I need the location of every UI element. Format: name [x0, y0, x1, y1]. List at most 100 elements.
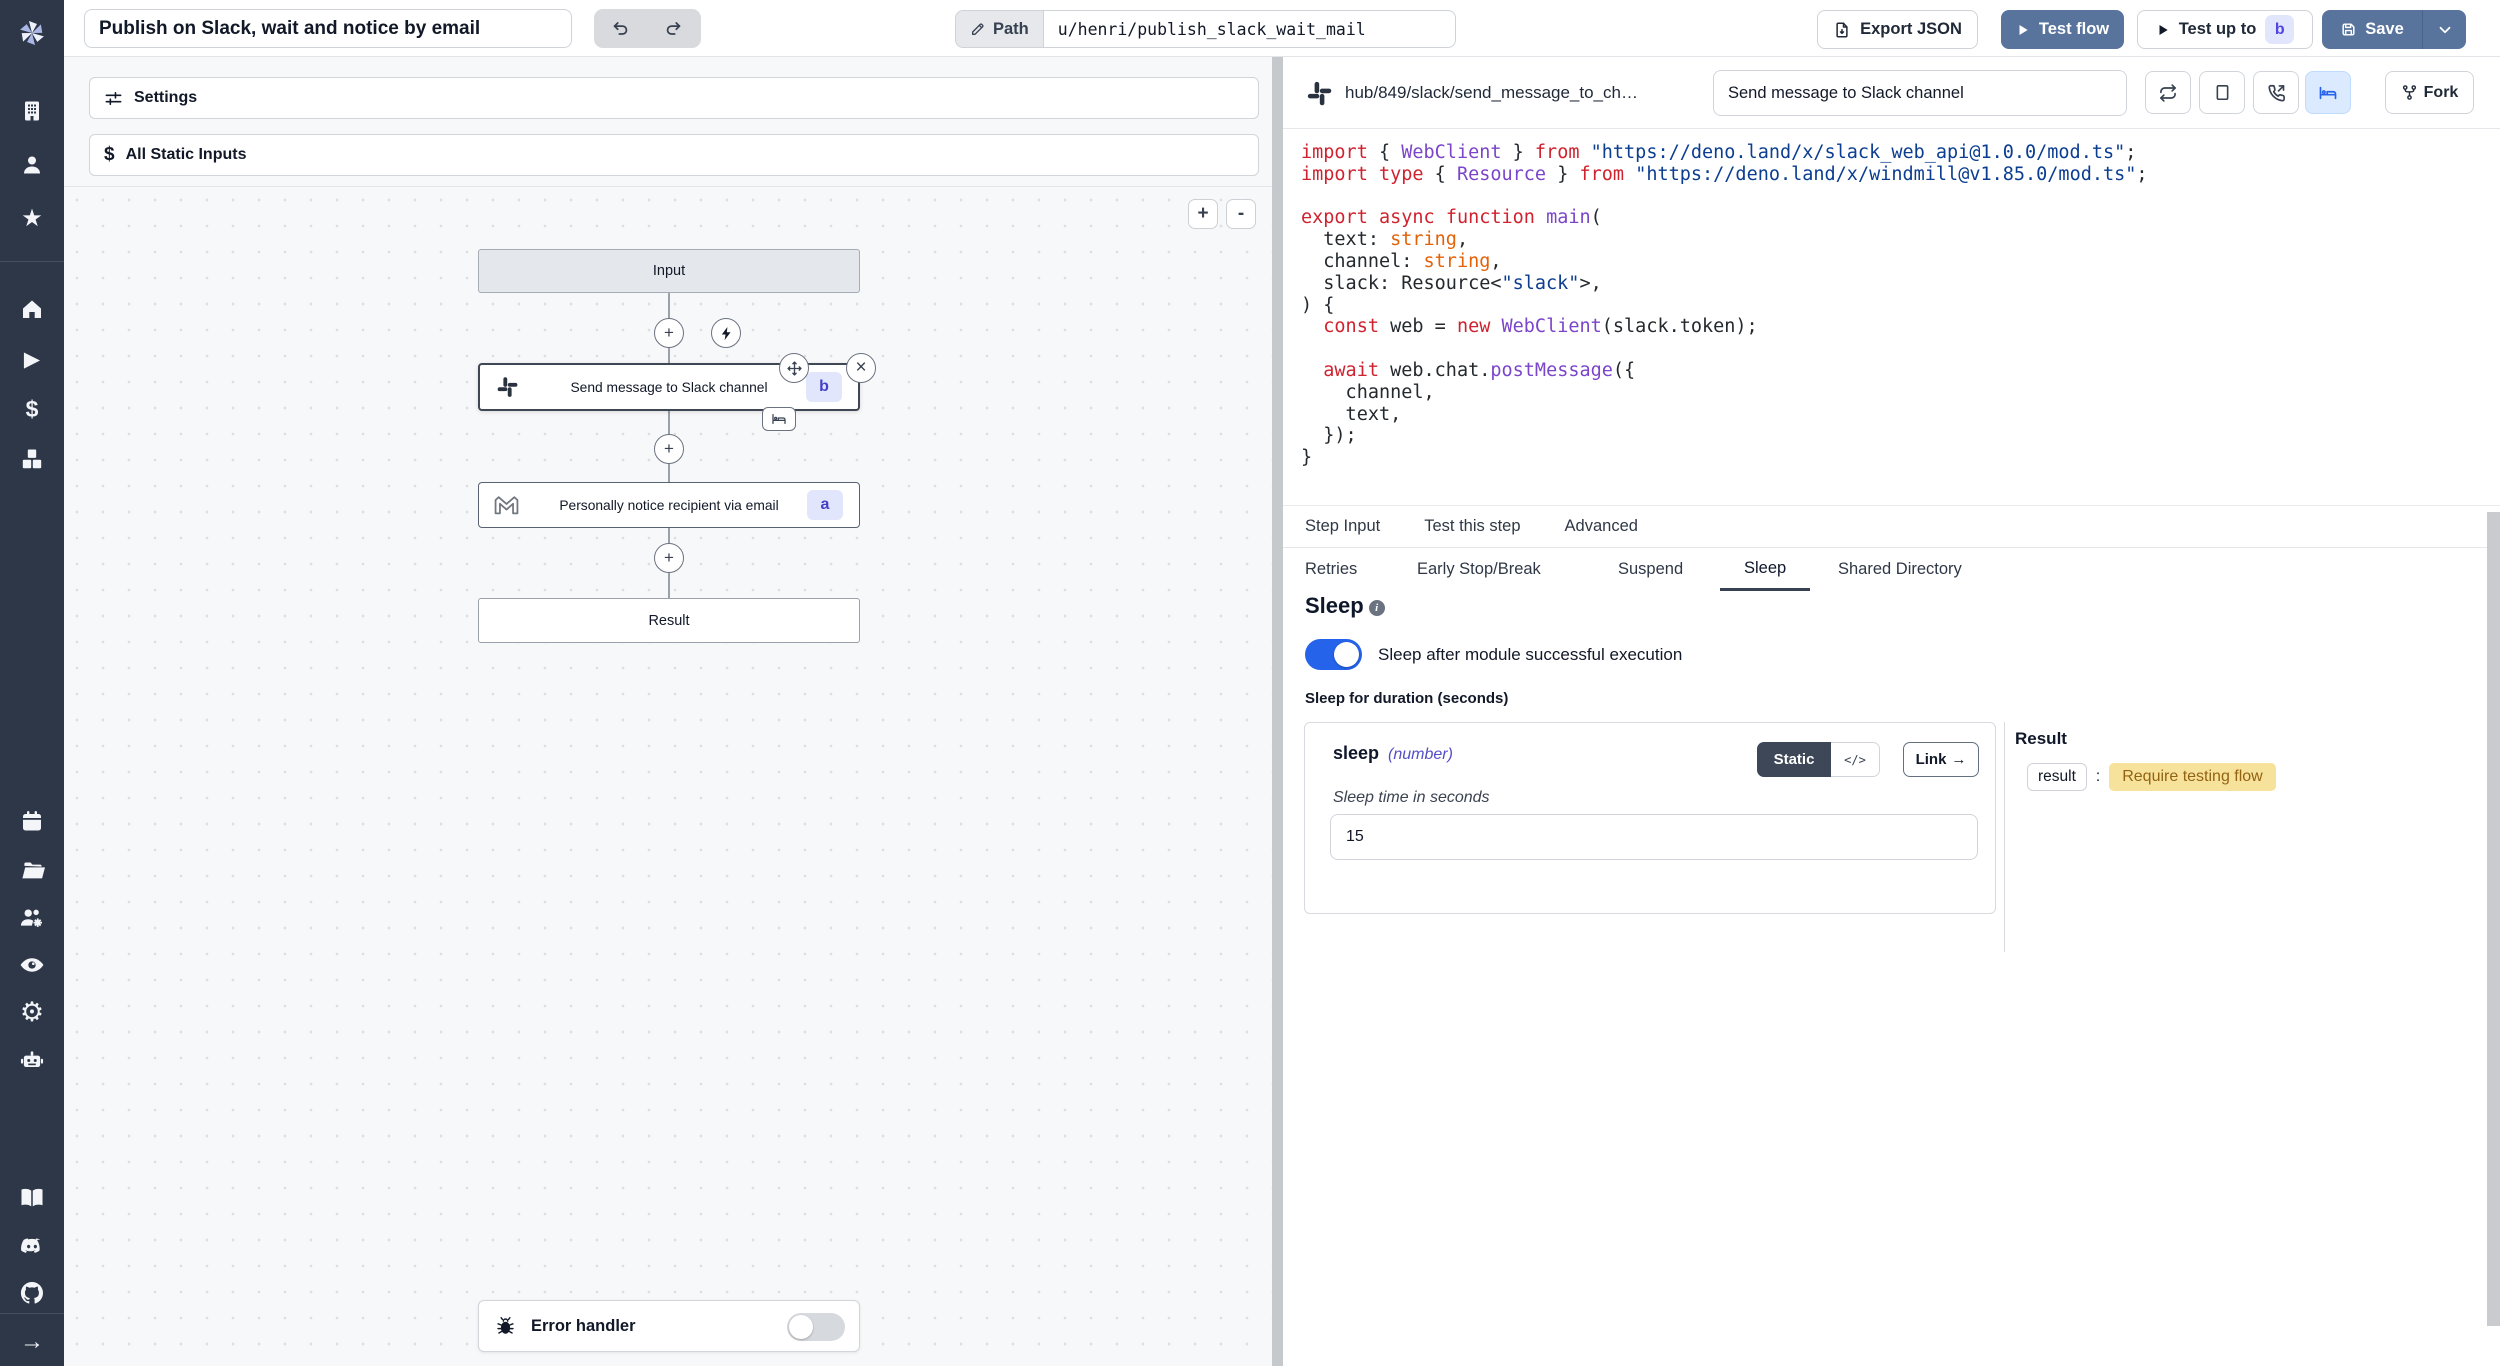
all-static-inputs-bar[interactable]: $ All Static Inputs: [89, 134, 1259, 176]
tab-sleep[interactable]: Sleep: [1720, 548, 1810, 591]
github-icon[interactable]: [0, 1278, 64, 1308]
save-dropdown-button[interactable]: [2422, 10, 2466, 49]
result-node[interactable]: Result: [478, 598, 860, 643]
tab-suspend[interactable]: Suspend: [1618, 548, 1683, 591]
add-step-button[interactable]: +: [654, 543, 684, 573]
fork-button[interactable]: Fork: [2385, 71, 2474, 114]
email-step-label: Personally notice recipient via email: [479, 498, 859, 513]
input-node-label: Input: [479, 263, 859, 279]
save-label: Save: [2365, 20, 2404, 39]
audit-eye-icon[interactable]: [0, 950, 64, 980]
tab-shared-directory[interactable]: Shared Directory: [1838, 548, 1962, 591]
settings-label: Settings: [134, 89, 197, 107]
sleep-field-name: sleep(number): [1333, 743, 1453, 764]
sleep-seconds-input[interactable]: [1330, 814, 1978, 860]
undo-button[interactable]: [594, 9, 647, 48]
result-node-label: Result: [479, 613, 859, 629]
delete-step-button[interactable]: ×: [846, 353, 876, 383]
dollar-icon: $: [104, 144, 115, 166]
panel-scrollbar[interactable]: [2487, 512, 2500, 1326]
folders-icon[interactable]: [0, 855, 64, 885]
flow-canvas[interactable]: Settings $ All Static Inputs + - Input +…: [64, 57, 1272, 1366]
result-key-chip[interactable]: result: [2027, 763, 2087, 791]
favorites-star-icon[interactable]: ★: [0, 204, 64, 234]
trigger-lightning-button[interactable]: [711, 318, 741, 348]
email-step-node[interactable]: Personally notice recipient via email a: [478, 482, 860, 528]
advanced-tabs: Retries Early Stop/Break Suspend Sleep S…: [1283, 548, 2500, 591]
tab-test-this-step[interactable]: Test this step: [1424, 517, 1520, 536]
primary-tabs: Step Input Test this step Advanced: [1283, 505, 2500, 548]
path-edit-button[interactable]: Path: [955, 10, 1043, 48]
code-icon: </>: [1844, 753, 1866, 767]
slack-step-label: Send message to Slack channel: [480, 380, 858, 395]
user-icon[interactable]: [0, 150, 64, 180]
save-floppy-icon: [2340, 21, 2357, 38]
pencil-icon: [970, 21, 986, 37]
slack-step-badge: b: [806, 372, 842, 402]
move-step-handle[interactable]: [779, 353, 809, 383]
input-node[interactable]: Input: [478, 249, 860, 293]
slack-step-node[interactable]: Send message to Slack channel b ×: [478, 363, 860, 411]
stop-square-icon-button[interactable]: [2199, 71, 2245, 114]
export-json-button[interactable]: Export JSON: [1817, 10, 1978, 49]
flow-title-input[interactable]: [84, 9, 572, 48]
sidebar: ★ ▶ $ ⚙: [0, 0, 64, 1366]
play-icon: [2156, 23, 2170, 37]
docs-book-icon[interactable]: [0, 1183, 64, 1213]
tab-step-input[interactable]: Step Input: [1305, 517, 1380, 536]
discord-icon[interactable]: [0, 1231, 64, 1261]
error-handler-node[interactable]: Error handler: [478, 1300, 860, 1352]
export-json-label: Export JSON: [1860, 20, 1962, 39]
add-step-button[interactable]: +: [654, 434, 684, 464]
tab-early-stop-break[interactable]: Early Stop/Break: [1417, 548, 1541, 591]
error-handler-label: Error handler: [531, 1317, 636, 1336]
all-static-inputs-label: All Static Inputs: [126, 146, 247, 164]
email-step-badge: a: [807, 490, 843, 520]
step-summary-input[interactable]: [1713, 70, 2127, 116]
runs-play-icon[interactable]: ▶: [0, 344, 64, 374]
info-icon[interactable]: i: [1369, 600, 1385, 616]
code-editor[interactable]: import { WebClient } from "https://deno.…: [1283, 129, 2500, 505]
sliders-icon: [104, 89, 123, 108]
chevron-down-icon: [2436, 21, 2454, 39]
test-up-to-button[interactable]: Test up to b: [2137, 10, 2313, 49]
panel-splitter[interactable]: [1272, 57, 1283, 1366]
save-button[interactable]: Save: [2322, 10, 2422, 49]
hub-script-path[interactable]: hub/849/slack/send_message_to_ch…: [1345, 57, 1638, 129]
schedules-calendar-icon[interactable]: [0, 806, 64, 836]
test-up-to-label: Test up to: [2179, 20, 2257, 39]
link-button[interactable]: Link →: [1903, 742, 1979, 777]
zoom-out-button[interactable]: -: [1226, 199, 1256, 229]
sleep-bed-indicator-icon[interactable]: [762, 407, 796, 431]
workspace-building-icon[interactable]: [0, 96, 64, 126]
windmill-logo-icon[interactable]: [0, 10, 64, 54]
path-value[interactable]: u/henri/publish_slack_wait_mail: [1043, 10, 1456, 48]
sleep-toggle[interactable]: [1305, 639, 1362, 670]
home-icon[interactable]: [0, 294, 64, 324]
save-button-group: Save: [2322, 10, 2466, 49]
settings-gear-icon[interactable]: ⚙: [0, 997, 64, 1027]
add-step-button[interactable]: +: [654, 318, 684, 348]
step-header: hub/849/slack/send_message_to_ch… Fork: [1283, 57, 2500, 129]
sleep-bed-icon-button[interactable]: [2305, 71, 2351, 114]
zoom-in-button[interactable]: +: [1188, 199, 1218, 229]
tab-retries[interactable]: Retries: [1305, 548, 1357, 591]
collapse-arrow-right-icon[interactable]: →: [0, 1327, 64, 1357]
resources-cubes-icon[interactable]: [0, 444, 64, 474]
git-fork-icon: [2401, 84, 2418, 101]
tab-advanced[interactable]: Advanced: [1565, 517, 1638, 536]
suspend-phone-icon-button[interactable]: [2253, 71, 2299, 114]
flow-settings-bar[interactable]: Settings: [89, 77, 1259, 119]
restart-repeat-icon-button[interactable]: [2145, 71, 2191, 114]
file-export-icon: [1833, 21, 1851, 39]
code-mode-button[interactable]: </>: [1831, 742, 1880, 777]
sleep-section-heading: Sleep i: [1305, 593, 1385, 619]
test-flow-button[interactable]: Test flow: [2001, 10, 2124, 49]
result-row: result : Require testing flow: [2027, 763, 2276, 791]
redo-button[interactable]: [647, 9, 700, 48]
workers-robot-icon[interactable]: [0, 1045, 64, 1075]
variables-dollar-icon[interactable]: $: [0, 394, 64, 424]
static-mode-button[interactable]: Static: [1757, 742, 1831, 777]
groups-users-gear-icon[interactable]: [0, 903, 64, 933]
error-handler-toggle[interactable]: [787, 1313, 845, 1341]
